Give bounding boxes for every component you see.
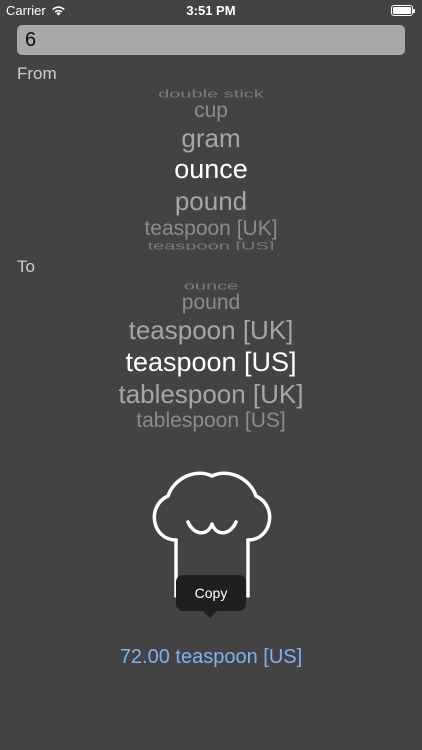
from-unit-picker[interactable]: double stick cup gram ounce pound teaspo… xyxy=(0,84,422,251)
to-picker-row[interactable]: ounce xyxy=(0,281,422,292)
from-picker-row[interactable]: teaspoon [US] xyxy=(0,241,422,251)
to-picker-row[interactable]: teaspoon [UK] xyxy=(0,317,422,343)
to-picker-row[interactable]: tablespoon [UK] xyxy=(0,381,422,407)
to-label: To xyxy=(17,257,35,276)
battery-icon xyxy=(391,5,415,16)
to-unit-picker[interactable]: ounce pound teaspoon [UK] teaspoon [US] … xyxy=(0,276,422,440)
amount-input[interactable] xyxy=(17,25,405,55)
from-picker-row[interactable]: gram xyxy=(0,125,422,151)
from-picker-row[interactable]: double stick xyxy=(0,89,422,100)
from-picker-row[interactable]: cup xyxy=(0,100,422,121)
copy-tooltip-arrow xyxy=(202,610,218,618)
to-picker-row[interactable]: pound xyxy=(0,292,422,313)
to-picker-selected-row[interactable]: teaspoon [US] xyxy=(0,349,422,376)
from-label: From xyxy=(17,64,57,83)
copy-button[interactable]: Copy xyxy=(176,575,246,611)
to-picker-row[interactable]: tablespoon [US] xyxy=(0,410,422,431)
status-time: 3:51 PM xyxy=(186,3,236,18)
from-picker-row[interactable]: pound xyxy=(0,188,422,214)
conversion-result[interactable]: 72.00 teaspoon [US] xyxy=(0,646,422,669)
status-bar: Carrier 3:51 PM xyxy=(0,0,422,22)
from-picker-row[interactable]: teaspoon [UK] xyxy=(0,218,422,239)
from-picker-selected-row[interactable]: ounce xyxy=(0,156,422,183)
battery-fill xyxy=(393,7,411,14)
